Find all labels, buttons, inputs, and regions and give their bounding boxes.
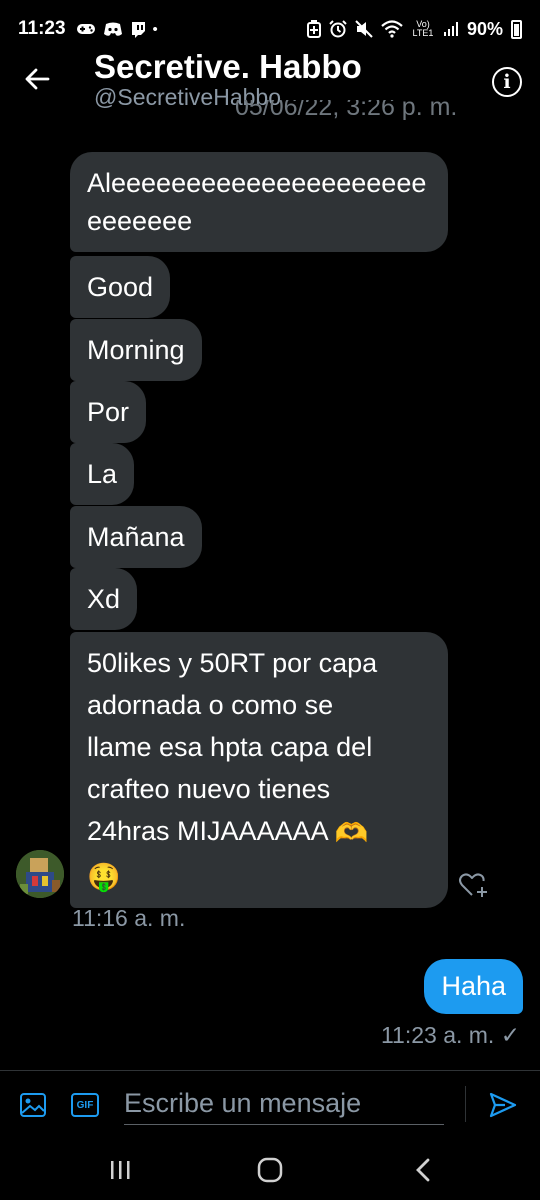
message-line-text: 24hras MIJAAAAAA [87,816,328,846]
back-arrow-icon[interactable] [22,64,52,94]
sent-time: 11:23 a. m. [380,1022,495,1048]
react-heart-icon[interactable] [458,870,490,898]
home-icon [257,1157,283,1183]
read-check-icon: ✓ [500,1022,520,1048]
money-face-emoji: 🤑 [87,861,121,892]
message-text: Mañana [87,522,185,552]
status-time: 11:23 [18,18,66,39]
message-text: La [87,459,118,489]
signal-icon [443,22,458,36]
back-chevron-icon [416,1158,430,1182]
wifi-icon [381,20,403,38]
message-text: Good [87,272,154,302]
message-text: Aleeeeeeeeeeeeeeeeeeeeeeeeeeee [87,168,427,236]
divider [465,1086,466,1122]
heart-hands-emoji: 🫶 [334,817,369,848]
discord-icon [103,22,122,36]
battery-icon [511,19,522,39]
back-button[interactable] [405,1152,441,1188]
system-nav-bar [0,1140,540,1200]
recent-apps-icon [111,1161,130,1179]
message-line: crafteo nuevo tienes [87,774,331,804]
message-bubble[interactable]: Good [70,256,171,318]
send-icon[interactable] [488,1091,518,1119]
battery-saver-icon [306,20,321,38]
message-bubble[interactable]: Morning [70,319,202,381]
image-icon[interactable] [19,1091,47,1119]
message-bubble[interactable]: Aleeeeeeeeeeeeeeeeeeeeeeeeeeee [70,152,448,252]
message-bubble[interactable]: 50likes y 50RT por capa adornada o como … [70,632,448,908]
message-line: adornada o como se [87,690,334,720]
network-label: Vo) LTE1 [412,19,434,38]
gif-button[interactable]: GIF [71,1093,99,1117]
alarm-icon [329,20,347,38]
message-composer: GIF [0,1070,540,1136]
sent-message-bubble[interactable]: Haha [424,959,523,1014]
message-text: Haha [441,971,506,1001]
dm-conversation-screen: 11:23 • Vo) LTE1 90% Secretive. Habbo @S… [0,0,540,1200]
message-line: 50likes y 50RT por capa [87,648,378,678]
message-text: Morning [87,335,185,365]
mute-icon [355,20,373,38]
message-line: 24hras MIJAAAAAA 🫶 [87,810,431,854]
message-input[interactable] [124,1083,444,1125]
dot-icon: • [152,20,158,38]
sent-timestamp: 11:23 a. m. ✓ [381,1022,520,1049]
home-button[interactable] [252,1152,288,1188]
conversation-title[interactable]: Secretive. Habbo [94,48,362,86]
twitch-icon [131,21,145,38]
avatar[interactable] [16,850,64,898]
message-line: 🤑 [87,854,431,898]
message-bubble[interactable]: Xd [70,568,138,630]
message-bubble[interactable]: Por [70,381,147,443]
info-icon[interactable]: i [492,67,522,97]
game-controller-icon [76,24,95,34]
message-bubble[interactable]: La [70,443,135,505]
message-line: llame esa hpta capa del [87,732,373,762]
message-bubble[interactable]: Mañana [70,506,202,568]
received-timestamp: 11:16 a. m. [72,905,186,931]
message-text: Xd [87,584,121,614]
date-separator: 05/06/22, 3:26 p. m. [235,100,458,121]
recent-apps-button[interactable] [102,1152,138,1188]
battery-percent: 90% [466,18,503,39]
message-text: Por [87,397,130,427]
